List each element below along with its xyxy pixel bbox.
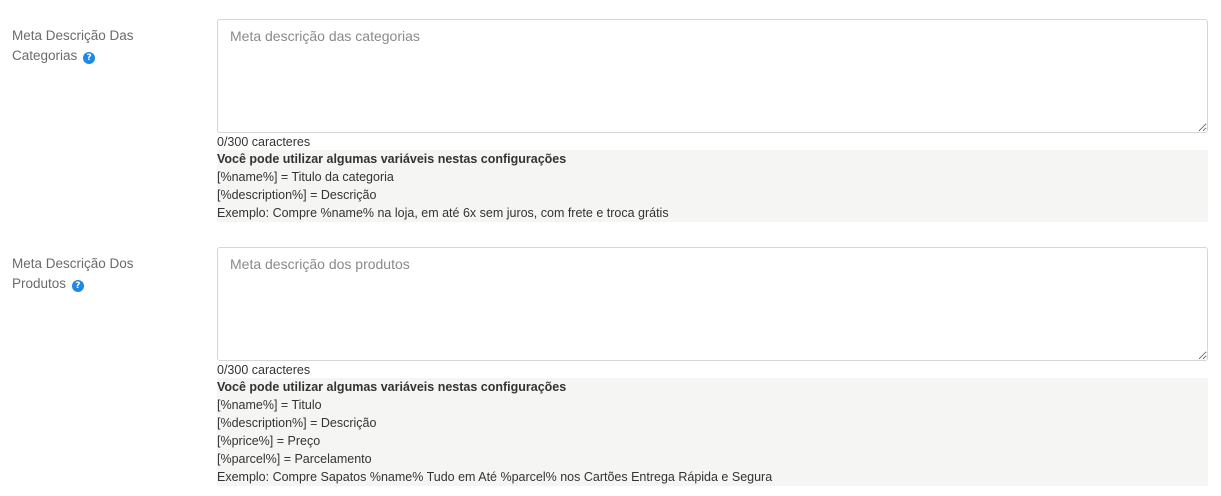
question-circle-icon[interactable]: ? (71, 280, 84, 292)
help-title: Você pode utilizar algumas variáveis nes… (217, 152, 567, 166)
meta-description-products-label: Meta Descrição Dos Produtos ? (12, 254, 202, 294)
label-line-2: Produtos (12, 276, 67, 291)
label-line-1: Meta Descrição Dos (12, 256, 134, 271)
seo-settings-form: Meta Descrição Das Categorias ? 0/300 ca… (0, 0, 1221, 496)
question-circle-icon[interactable]: ? (83, 52, 96, 64)
help-line: [%description%] = Descrição (217, 416, 377, 430)
help-line: [%description%] = Descrição (217, 188, 377, 202)
help-example: Exemplo: Compre %name% na loja, em até 6… (217, 206, 669, 220)
label-line-2: Categorias (12, 48, 78, 63)
help-line: [%price%] = Preço (217, 434, 321, 448)
meta-description-categories-textarea[interactable] (217, 19, 1208, 133)
meta-description-categories-label: Meta Descrição Das Categorias ? (12, 26, 202, 66)
meta-description-products-textarea[interactable] (217, 247, 1208, 361)
variables-help-box: Você pode utilizar algumas variáveis nes… (217, 378, 1208, 486)
help-line: [%name%] = Titulo (217, 398, 322, 412)
help-line: [%parcel%] = Parcelamento (217, 452, 372, 466)
meta-description-products-control: 0/300 caracteres Você pode utilizar algu… (217, 247, 1208, 486)
help-title: Você pode utilizar algumas variáveis nes… (217, 380, 567, 394)
character-counter: 0/300 caracteres (217, 135, 311, 149)
meta-description-categories-control: 0/300 caracteres Você pode utilizar algu… (217, 19, 1208, 222)
character-counter: 0/300 caracteres (217, 363, 311, 377)
variables-help-box: Você pode utilizar algumas variáveis nes… (217, 150, 1208, 222)
label-line-1: Meta Descrição Das (12, 28, 134, 43)
help-example: Exemplo: Compre Sapatos %name% Tudo em A… (217, 470, 773, 484)
help-line: [%name%] = Titulo da categoria (217, 170, 394, 184)
